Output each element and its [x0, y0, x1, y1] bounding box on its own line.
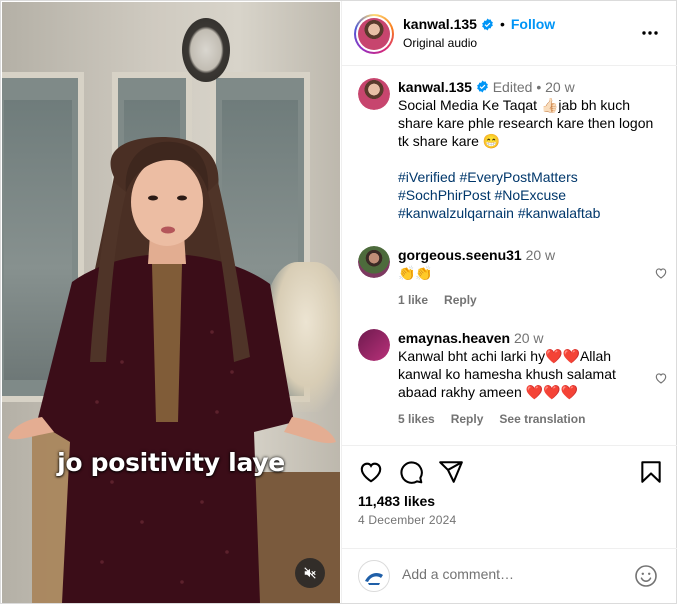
- post-footer: 11,483 likes 4 December 2024: [342, 445, 677, 603]
- comment-age[interactable]: 20 w: [514, 330, 544, 346]
- commenter-username[interactable]: emaynas.heaven: [398, 330, 510, 346]
- comment-likes-count[interactable]: 1 like: [398, 291, 428, 309]
- author-avatar[interactable]: [354, 14, 394, 54]
- hashtag[interactable]: #kanwalaftab: [518, 205, 601, 221]
- hashtag[interactable]: #EveryPostMatters: [459, 169, 577, 185]
- emoji-icon[interactable]: [634, 564, 658, 588]
- see-translation-button[interactable]: See translation: [499, 410, 585, 428]
- comment-item: emaynas.heaven 20 w Kanwal bht achi lark…: [358, 329, 668, 429]
- follow-button[interactable]: Follow: [511, 16, 555, 32]
- current-user-avatar-logo: [365, 573, 383, 585]
- video-player[interactable]: jo positivity laye: [2, 2, 340, 603]
- reply-button[interactable]: Reply: [444, 291, 477, 309]
- current-user-avatar: [358, 560, 390, 592]
- reply-button[interactable]: Reply: [451, 410, 484, 428]
- comment-age[interactable]: 20 w: [526, 247, 556, 263]
- post-side-panel: kanwal.135 • Follow Original audio kanwa…: [341, 1, 677, 603]
- comment-text: Kanwal bht achi larki hy❤️❤️Allah kanwal…: [398, 348, 616, 400]
- commenter-username[interactable]: gorgeous.seenu31: [398, 247, 522, 263]
- post-actions: [358, 459, 662, 485]
- comments-list[interactable]: kanwal.135 Edited • 20 w Social Media Ke…: [342, 67, 677, 445]
- mute-icon: [304, 567, 316, 579]
- comment-like-heart-icon[interactable]: [654, 266, 668, 280]
- comment-item: gorgeous.seenu31 20 w 👏👏 1 like Reply: [358, 246, 668, 309]
- add-comment-row: [342, 548, 677, 604]
- verified-badge-icon: [476, 80, 488, 93]
- hashtag[interactable]: #NoExcuse: [495, 187, 567, 203]
- likes-count[interactable]: 11,483 likes: [358, 493, 435, 509]
- more-options-button[interactable]: [640, 23, 660, 43]
- caption-username[interactable]: kanwal.135: [398, 79, 472, 95]
- author-username[interactable]: kanwal.135: [403, 16, 477, 32]
- comment-like-heart-icon[interactable]: [654, 371, 668, 385]
- video-caption-overlay: jo positivity laye: [57, 448, 285, 477]
- comment-likes-count[interactable]: 5 likes: [398, 410, 435, 428]
- share-icon[interactable]: [438, 459, 464, 485]
- separator-dot: •: [499, 16, 505, 32]
- post: jo positivity laye kanwal.135 • Follow O…: [0, 0, 677, 604]
- hashtag[interactable]: #iVerified: [398, 169, 456, 185]
- author-avatar[interactable]: [358, 78, 390, 110]
- video-person: [8, 137, 336, 603]
- post-header: kanwal.135 • Follow Original audio: [342, 1, 677, 66]
- comment-text: 👏👏: [398, 265, 433, 281]
- edited-label: Edited: [492, 79, 533, 95]
- more-options-icon: [642, 31, 658, 35]
- caption-hashtags: #iVerified #EveryPostMatters #SochPhirPo…: [398, 168, 668, 222]
- separator-dot: •: [536, 79, 546, 95]
- bookmark-icon[interactable]: [638, 459, 664, 485]
- hashtag[interactable]: #kanwalzulqarnain: [398, 205, 514, 221]
- post-date[interactable]: 4 December 2024: [358, 513, 456, 527]
- comment-icon[interactable]: [398, 459, 424, 485]
- commenter-avatar[interactable]: [358, 246, 390, 278]
- commenter-avatar[interactable]: [358, 329, 390, 361]
- mute-button[interactable]: [295, 558, 325, 588]
- add-comment-input[interactable]: [402, 566, 622, 582]
- caption-age[interactable]: 20 w: [545, 79, 575, 95]
- verified-badge-icon: [482, 18, 493, 30]
- audio-label[interactable]: Original audio: [403, 36, 477, 50]
- caption-text: Social Media Ke Taqat 👍🏻jab bh kuch shar…: [398, 97, 654, 149]
- heart-icon[interactable]: [358, 459, 384, 485]
- hashtag[interactable]: #SochPhirPost: [398, 187, 491, 203]
